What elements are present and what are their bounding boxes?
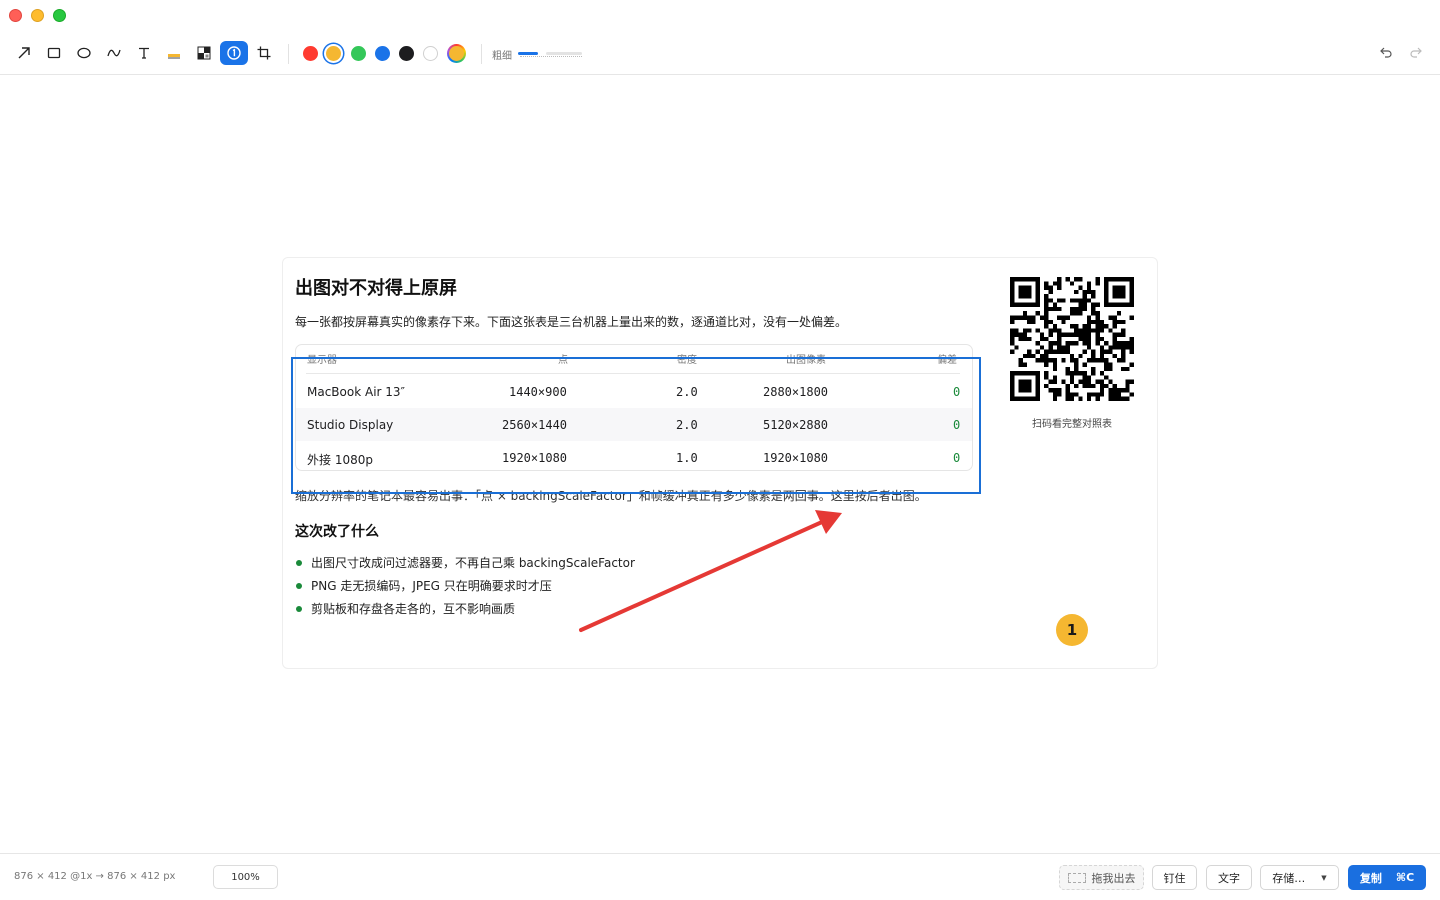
toolbar-divider — [481, 44, 482, 64]
highlighter-tool-icon — [166, 45, 182, 61]
redo-button[interactable] — [1406, 43, 1426, 63]
text-tool-icon — [136, 45, 152, 61]
color-swatch-white[interactable] — [423, 46, 438, 61]
crop-tool-icon — [256, 45, 272, 61]
card-title: 出图对不对得上原屏 — [295, 278, 457, 299]
list-item: 剪贴板和存盘各走各的，互不影响画质 — [295, 600, 515, 617]
bullet-dot-icon — [296, 605, 302, 612]
color-swatch-black[interactable] — [399, 46, 414, 61]
qr-code-icon — [1010, 277, 1134, 401]
custom-color-picker[interactable] — [447, 44, 466, 63]
copy-button[interactable]: 复制 ⌘C — [1348, 865, 1426, 890]
undo-button[interactable] — [1376, 43, 1396, 63]
copy-shortcut: ⌘C — [1395, 871, 1415, 884]
window-controls — [9, 9, 66, 22]
bullet-dot-icon — [296, 582, 302, 589]
save-button[interactable]: 存储… ▼ — [1260, 865, 1339, 890]
list-item-text: 出图尺寸改成问过滤器要，不再自己乘 backingScaleFactor — [311, 556, 635, 570]
counter-tool-button[interactable] — [220, 41, 248, 65]
freehand-tool-button[interactable] — [100, 41, 128, 65]
thumbnail-icon — [1067, 872, 1086, 883]
image-dimensions: 876 × 412 @1x → 876 × 412 px — [14, 871, 176, 882]
color-swatch-blue[interactable] — [375, 46, 390, 61]
bullet-dot-icon — [296, 559, 302, 566]
drag-out-button[interactable]: 拖我出去 — [1059, 865, 1144, 890]
card-description: 每一张都按屏幕真实的像素存下来。下面这张表是三台机器上量出来的数，逐通道比对，没… — [295, 315, 848, 329]
redo-icon — [1409, 44, 1423, 63]
bottom-bar: 876 × 412 @1x → 876 × 412 px 100% 拖我出去 钉… — [0, 853, 1440, 900]
list-item-text: 剪贴板和存盘各走各的，互不影响画质 — [311, 602, 516, 616]
crop-tool-button[interactable] — [250, 41, 278, 65]
rectangle-tool-button[interactable] — [40, 41, 68, 65]
arrow-tool-button[interactable] — [10, 41, 38, 65]
drag-out-label: 拖我出去 — [1091, 871, 1136, 885]
minimize-window-button[interactable] — [31, 9, 44, 22]
thickness-slider-ticks — [520, 56, 582, 58]
thickness-slider-track[interactable] — [546, 52, 582, 55]
pin-button[interactable]: 钉住 — [1152, 865, 1197, 890]
color-swatch-green[interactable] — [351, 46, 366, 61]
list-item: 出图尺寸改成问过滤器要，不再自己乘 backingScaleFactor — [295, 554, 635, 571]
text-recognition-button[interactable]: 文字 — [1206, 865, 1252, 890]
mosaic-tool-button[interactable] — [190, 41, 218, 65]
freehand-tool-icon — [106, 45, 122, 61]
color-swatch-red[interactable] — [303, 46, 318, 61]
thickness-label: 粗细 — [492, 51, 512, 62]
counter-tool-icon — [226, 45, 242, 61]
arrow-tool-icon — [16, 45, 32, 61]
counter-annotation[interactable]: 1 — [1056, 614, 1088, 646]
ellipse-tool-button[interactable] — [70, 41, 98, 65]
save-label: 存储… — [1272, 871, 1306, 885]
chevron-down-icon: ▼ — [1321, 873, 1327, 882]
screenshot-editor-window: 粗细 出图对不对得上原屏 每一张都按屏幕真实的像素存下来。下面这张表是三台机器上… — [0, 0, 1440, 900]
zoom-level[interactable]: 100% — [213, 865, 278, 889]
qr-caption: 扫码看完整对照表 — [1032, 419, 1112, 430]
highlighter-tool-button[interactable] — [160, 41, 188, 65]
rectangle-annotation[interactable] — [291, 357, 981, 494]
rectangle-tool-icon — [46, 45, 62, 61]
list-item: PNG 走无损编码，JPEG 只在明确要求时才压 — [295, 577, 552, 594]
toolbar-divider — [288, 44, 289, 64]
color-swatch-orange[interactable] — [326, 46, 341, 61]
copy-label: 复制 — [1359, 871, 1382, 885]
ellipse-tool-icon — [76, 45, 92, 61]
undo-icon — [1379, 44, 1393, 63]
list-item-text: PNG 走无损编码，JPEG 只在明确要求时才压 — [311, 579, 552, 593]
text-tool-button[interactable] — [130, 41, 158, 65]
close-window-button[interactable] — [9, 9, 22, 22]
section-title: 这次改了什么 — [295, 524, 379, 540]
zoom-window-button[interactable] — [53, 9, 66, 22]
thickness-slider-fill[interactable] — [518, 52, 538, 55]
mosaic-tool-icon — [196, 45, 212, 61]
annotation-toolbar: 粗细 — [0, 36, 1440, 75]
